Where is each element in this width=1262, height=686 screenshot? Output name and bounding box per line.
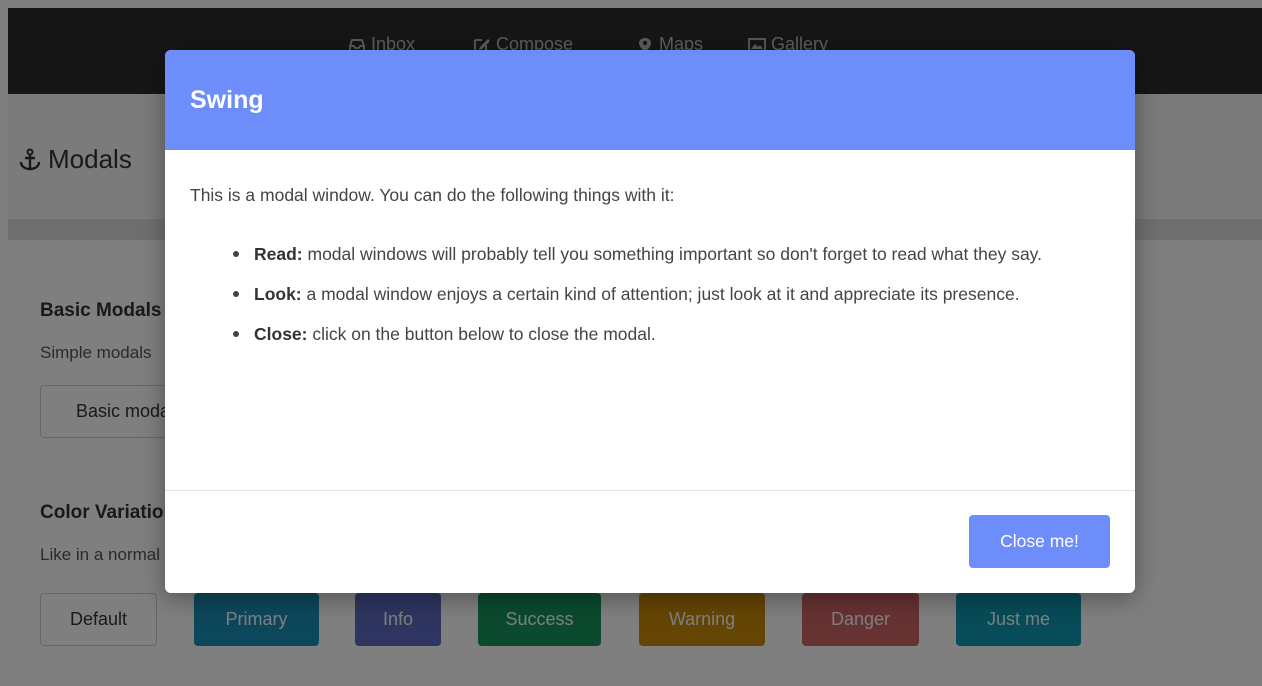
modal-list: Read: modal windows will probably tell y…: [190, 234, 1110, 354]
bullet-icon: [233, 291, 239, 297]
close-modal-button[interactable]: Close me!: [969, 515, 1110, 568]
list-item: Look: a modal window enjoys a certain ki…: [228, 274, 1110, 314]
modal-dialog: Swing This is a modal window. You can do…: [165, 50, 1135, 593]
list-item: Close: click on the button below to clos…: [228, 314, 1110, 354]
modal-title: Swing: [190, 86, 264, 114]
bullet-icon: [233, 331, 239, 337]
list-item-label: Read:: [254, 244, 303, 264]
bullet-icon: [233, 251, 239, 257]
list-item-label: Look:: [254, 284, 302, 304]
modal-intro: This is a modal window. You can do the f…: [190, 185, 675, 205]
list-item-text: modal windows will probably tell you som…: [302, 244, 1042, 264]
list-item-text: a modal window enjoys a certain kind of …: [301, 284, 1020, 304]
list-item-label: Close:: [254, 324, 308, 344]
list-item-text: click on the button below to close the m…: [307, 324, 656, 344]
list-item: Read: modal windows will probably tell y…: [228, 234, 1110, 274]
modal-footer-divider: [165, 490, 1135, 491]
modal-header: Swing: [165, 50, 1135, 150]
modal-body: This is a modal window. You can do the f…: [190, 185, 1110, 354]
